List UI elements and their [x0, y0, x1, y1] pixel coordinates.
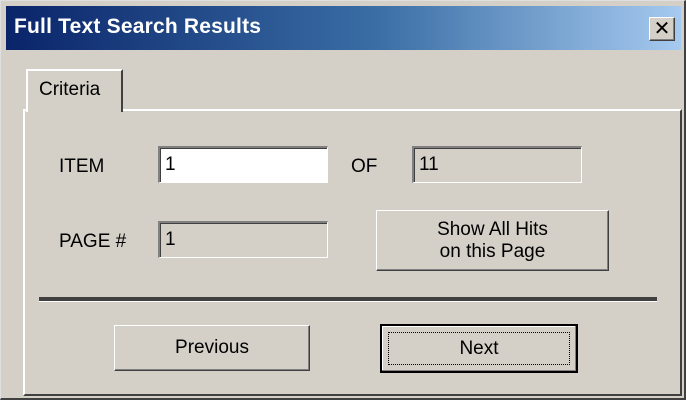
previous-label: Previous: [175, 337, 249, 359]
close-button[interactable]: ✕: [649, 17, 675, 41]
search-results-window: Full Text Search Results ✕ Criteria ITEM…: [0, 0, 686, 400]
next-label: Next: [459, 337, 499, 359]
show-all-hits-label: Show All Hits on this Page: [437, 218, 548, 262]
window-title: Full Text Search Results: [14, 15, 262, 38]
previous-button[interactable]: Previous: [114, 325, 310, 371]
title-bar: Full Text Search Results ✕: [6, 6, 681, 50]
separator: [39, 297, 657, 302]
close-icon: ✕: [653, 18, 671, 40]
item-label: ITEM: [59, 156, 105, 177]
item-number-input[interactable]: 1: [158, 146, 328, 183]
tab-criteria[interactable]: Criteria: [26, 69, 123, 112]
page-label: PAGE #: [59, 231, 127, 252]
next-button[interactable]: Next: [380, 324, 578, 373]
page-number-field: 1: [158, 221, 328, 258]
of-label: OF: [351, 156, 378, 177]
total-items-field: 11: [412, 146, 582, 183]
tab-criteria-label: Criteria: [39, 79, 101, 100]
show-all-hits-button[interactable]: Show All Hits on this Page: [376, 210, 609, 271]
